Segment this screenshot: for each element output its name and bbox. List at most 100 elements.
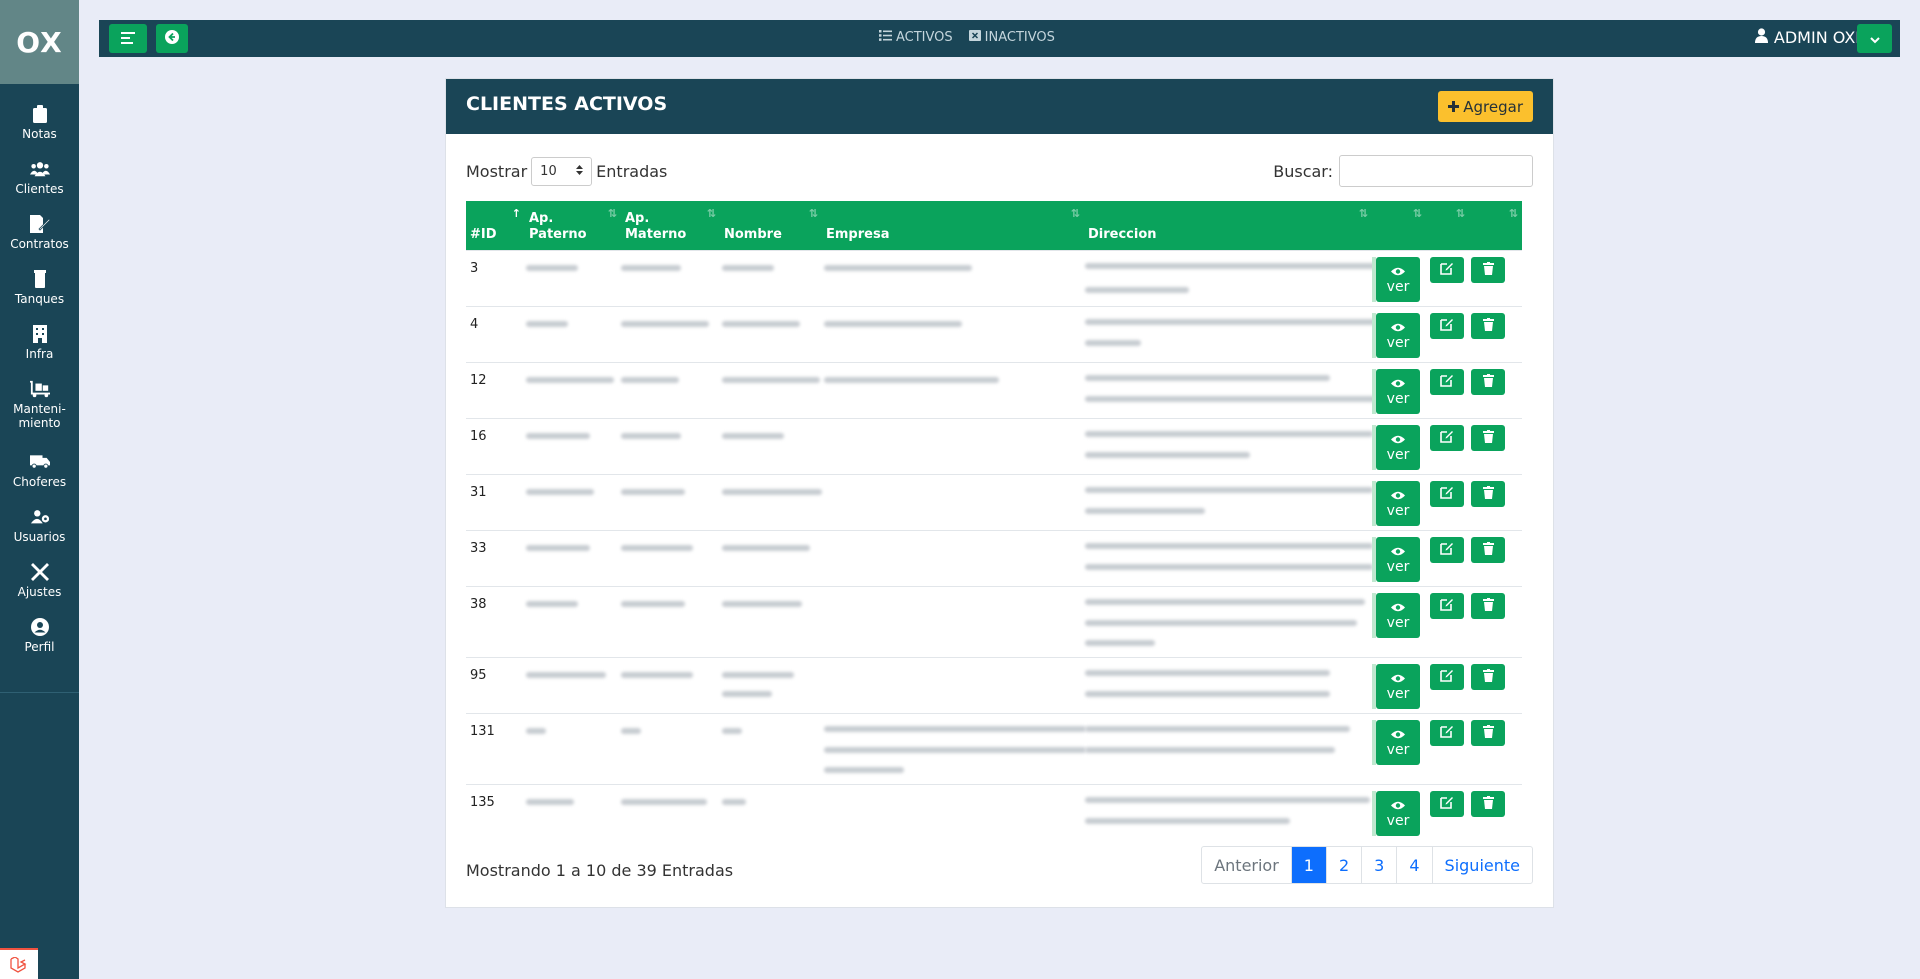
sidebar-item-perfil[interactable]: Perfil [0, 617, 79, 672]
sort-icon: ⇅ [706, 207, 716, 220]
delete-button[interactable] [1471, 537, 1505, 563]
users-cog-icon [30, 507, 50, 527]
view-button[interactable]: ver [1376, 257, 1420, 302]
redacted-text [824, 726, 1086, 732]
delete-button[interactable] [1471, 425, 1505, 451]
column-header-delete[interactable]: ⇅ [1469, 201, 1522, 250]
sidebar-item-notas[interactable]: Notas [0, 104, 79, 159]
view-button[interactable]: ver [1376, 537, 1420, 582]
add-button-label: Agregar [1463, 97, 1523, 116]
view-button[interactable]: ver [1376, 593, 1420, 638]
pagination-page-4[interactable]: 4 [1396, 847, 1431, 883]
redacted-text [526, 601, 578, 607]
redacted-text [526, 728, 546, 734]
view-button-label: ver [1386, 741, 1410, 758]
redacted-text [621, 799, 707, 805]
toggle-sidebar-button[interactable] [109, 24, 147, 53]
brand-logo[interactable]: OX [0, 0, 79, 84]
redacted-text [621, 321, 709, 327]
redacted-text [1085, 599, 1365, 605]
back-button[interactable] [156, 24, 188, 53]
search-input[interactable] [1339, 155, 1533, 187]
edit-button[interactable] [1430, 720, 1464, 746]
redacted-text [722, 601, 802, 607]
edit-button[interactable] [1430, 791, 1464, 817]
sidebar-item-contratos[interactable]: Contratos [0, 214, 79, 269]
column-header-direccion[interactable]: Direccion ⇅ [1084, 201, 1372, 250]
sidebar-item-mantenimiento[interactable]: Manteni- miento [0, 379, 79, 452]
pagination-previous[interactable]: Anterior [1202, 847, 1291, 883]
pagination-next[interactable]: Siguiente [1431, 847, 1532, 883]
edit-button[interactable] [1430, 593, 1464, 619]
delete-button[interactable] [1471, 593, 1505, 619]
edit-button[interactable] [1430, 481, 1464, 507]
user-dropdown-button[interactable] [1857, 24, 1892, 53]
tools-icon [30, 562, 50, 582]
view-button[interactable]: ver [1376, 664, 1420, 709]
sidebar-item-usuarios[interactable]: Usuarios [0, 507, 79, 562]
column-header-edit[interactable]: ⇅ [1426, 201, 1469, 250]
redacted-text [621, 545, 693, 551]
delete-button[interactable] [1471, 481, 1505, 507]
delete-button[interactable] [1471, 791, 1505, 817]
search-label: Buscar: [1273, 161, 1333, 181]
edit-icon [1440, 668, 1454, 686]
edit-button[interactable] [1430, 664, 1464, 690]
eye-icon [1391, 601, 1405, 616]
column-header-ap-paterno[interactable]: Ap. Paterno ⇅ [525, 201, 621, 250]
delete-button[interactable] [1471, 257, 1505, 283]
edit-button[interactable] [1430, 257, 1464, 283]
view-button[interactable]: ver [1376, 481, 1420, 526]
edit-button[interactable] [1430, 425, 1464, 451]
sidebar-item-clientes[interactable]: Clientes [0, 159, 79, 214]
redacted-text [621, 265, 681, 271]
view-button[interactable]: ver [1376, 313, 1420, 358]
show-label: Mostrar [466, 162, 528, 181]
redacted-text [526, 321, 568, 327]
delete-button[interactable] [1471, 664, 1505, 690]
redacted-text [824, 377, 999, 383]
arrow-circle-left-icon [165, 29, 179, 48]
delete-button[interactable] [1471, 313, 1505, 339]
redacted-text [621, 672, 693, 678]
sidebar-item-label: Infra [25, 347, 54, 361]
edit-button[interactable] [1430, 313, 1464, 339]
table-row: 131 ver [466, 713, 1522, 784]
delete-button[interactable] [1471, 720, 1505, 746]
inactivos-link[interactable]: INACTIVOS [968, 30, 1055, 45]
redacted-text [1085, 670, 1330, 676]
view-button[interactable]: ver [1376, 425, 1420, 470]
sidebar-item-tanques[interactable]: Tanques [0, 269, 79, 324]
column-header-ap-materno[interactable]: Ap. Materno ⇅ [621, 201, 720, 250]
laravel-logo-icon[interactable] [0, 948, 38, 979]
redacted-text [824, 747, 1086, 753]
view-button[interactable]: ver [1376, 791, 1420, 836]
column-header-nombre[interactable]: Nombre ⇅ [720, 201, 822, 250]
redacted-text [722, 377, 820, 383]
column-header-ver[interactable]: ⇅ [1372, 201, 1426, 250]
pagination-page-2[interactable]: 2 [1325, 847, 1361, 883]
table-row: 31 ver [466, 474, 1522, 530]
view-button[interactable]: ver [1376, 369, 1420, 414]
add-client-button[interactable]: Agregar [1438, 91, 1533, 122]
column-header-empresa[interactable]: Empresa ⇅ [822, 201, 1084, 250]
sidebar-item-ajustes[interactable]: Ajustes [0, 562, 79, 617]
user-menu[interactable]: ADMIN OXI [1754, 28, 1860, 47]
trash-icon [1482, 261, 1494, 279]
pagination-page-3[interactable]: 3 [1361, 847, 1396, 883]
edit-button[interactable] [1430, 537, 1464, 563]
view-button[interactable]: ver [1376, 720, 1420, 765]
view-button-label: ver [1386, 278, 1410, 295]
sidebar-item-label: Notas [22, 127, 57, 141]
trash-icon [1482, 373, 1494, 391]
activos-link[interactable]: ACTIVOS [879, 30, 953, 45]
delete-button[interactable] [1471, 369, 1505, 395]
sidebar-item-choferes[interactable]: Choferes [0, 452, 79, 507]
column-header-id[interactable]: #ID ↑ [466, 201, 525, 250]
pagination-page-1[interactable]: 1 [1290, 847, 1326, 883]
edit-button[interactable] [1430, 369, 1464, 395]
page-length-select[interactable]: 10 [531, 157, 593, 186]
sidebar-item-infra[interactable]: Infra [0, 324, 79, 379]
redacted-text [1085, 818, 1290, 824]
eye-icon [1391, 489, 1405, 504]
